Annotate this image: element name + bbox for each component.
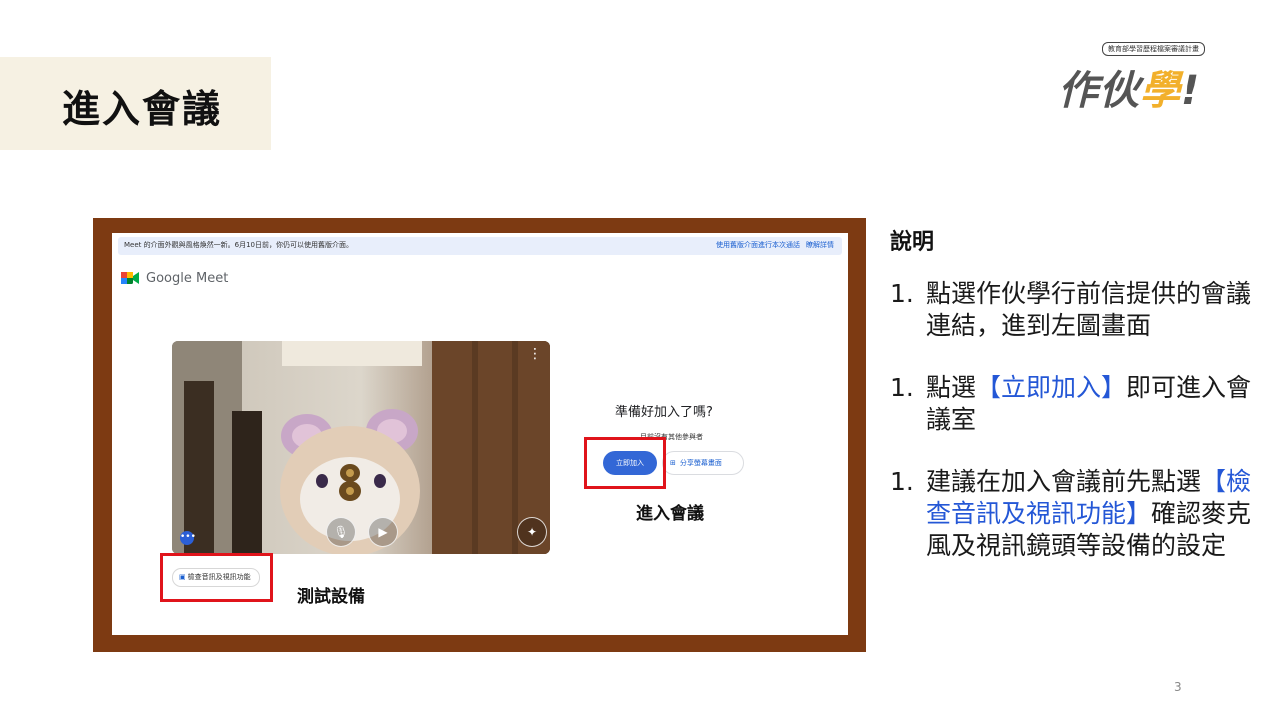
app-name: Google Meet [146, 271, 229, 286]
instructions-heading: 說明 [890, 230, 935, 255]
item-number: 1. [890, 373, 914, 402]
item-text: 點選作伙學行前信提供的會議連結，進到左圖畫面 [926, 279, 1252, 340]
logo-part-2: 學 [1140, 68, 1181, 114]
banner-message: Meet 的介面外觀與風格煥然一新。6月10日前，你仍可以使用舊版介面。 [124, 241, 353, 249]
more-actions-icon[interactable]: ••• [180, 531, 196, 545]
ready-heading: 準備好加入了嗎? [615, 405, 713, 420]
check-highlight-box [160, 553, 273, 602]
list-item: 1. 點選【立即加入】即可進入會議室 [890, 372, 1260, 436]
slide-title: 進入會議 [62, 87, 223, 131]
old-ui-link[interactable]: 使用舊版介面進行本次通話 [716, 240, 800, 250]
item-number: 1. [890, 467, 914, 496]
notice-banner: Meet 的介面外觀與風格煥然一新。6月10日前，你仍可以使用舊版介面。 使用舊… [118, 237, 842, 255]
logo-part-1: 作伙 [1058, 68, 1140, 114]
visual-effects-icon[interactable]: ✦ [517, 517, 547, 547]
camera-preview: ⋮ 🎙 ▶ ✦ ••• [172, 341, 550, 554]
join-caption: 進入會議 [636, 504, 704, 524]
more-options-icon[interactable]: ⋮ [528, 347, 542, 361]
camera-preview-image [172, 341, 550, 554]
item-number: 1. [890, 279, 914, 308]
present-screen-icon: ⊞ [670, 459, 676, 467]
test-caption: 測試設備 [297, 587, 365, 607]
list-item: 1. 建議在加入會議前先點選【檢查音訊及視訊功能】確認麥克風及視訊鏡頭等設備的設… [890, 466, 1260, 562]
item-text-pre: 建議在加入會議前先點選 [926, 467, 1202, 496]
item-highlight: 【立即加入】 [976, 373, 1127, 402]
instructions-list: 1. 點選作伙學行前信提供的會議連結，進到左圖畫面 1. 點選【立即加入】即可進… [890, 278, 1260, 592]
share-screen-button[interactable]: ⊞ 分享螢幕畫面 [662, 451, 744, 475]
item-text-pre: 點選 [926, 373, 977, 402]
join-highlight-box [584, 437, 666, 489]
project-logo: 教育部學習歷程檔案審議計畫 作伙學! [1058, 40, 1218, 120]
page-number: 3 [1174, 680, 1182, 694]
logo-tagline: 教育部學習歷程檔案審議計畫 [1102, 42, 1205, 56]
microphone-icon[interactable]: 🎙 [326, 517, 356, 547]
share-button-label: 分享螢幕畫面 [679, 459, 722, 467]
learn-more-link[interactable]: 瞭解詳情 [806, 240, 834, 250]
list-item: 1. 點選作伙學行前信提供的會議連結，進到左圖畫面 [890, 278, 1260, 342]
logo-wordmark: 作伙學! [1058, 58, 1200, 116]
logo-part-3: ! [1181, 68, 1201, 114]
camera-icon[interactable]: ▶ [368, 517, 398, 547]
google-meet-logo-icon [121, 272, 139, 284]
